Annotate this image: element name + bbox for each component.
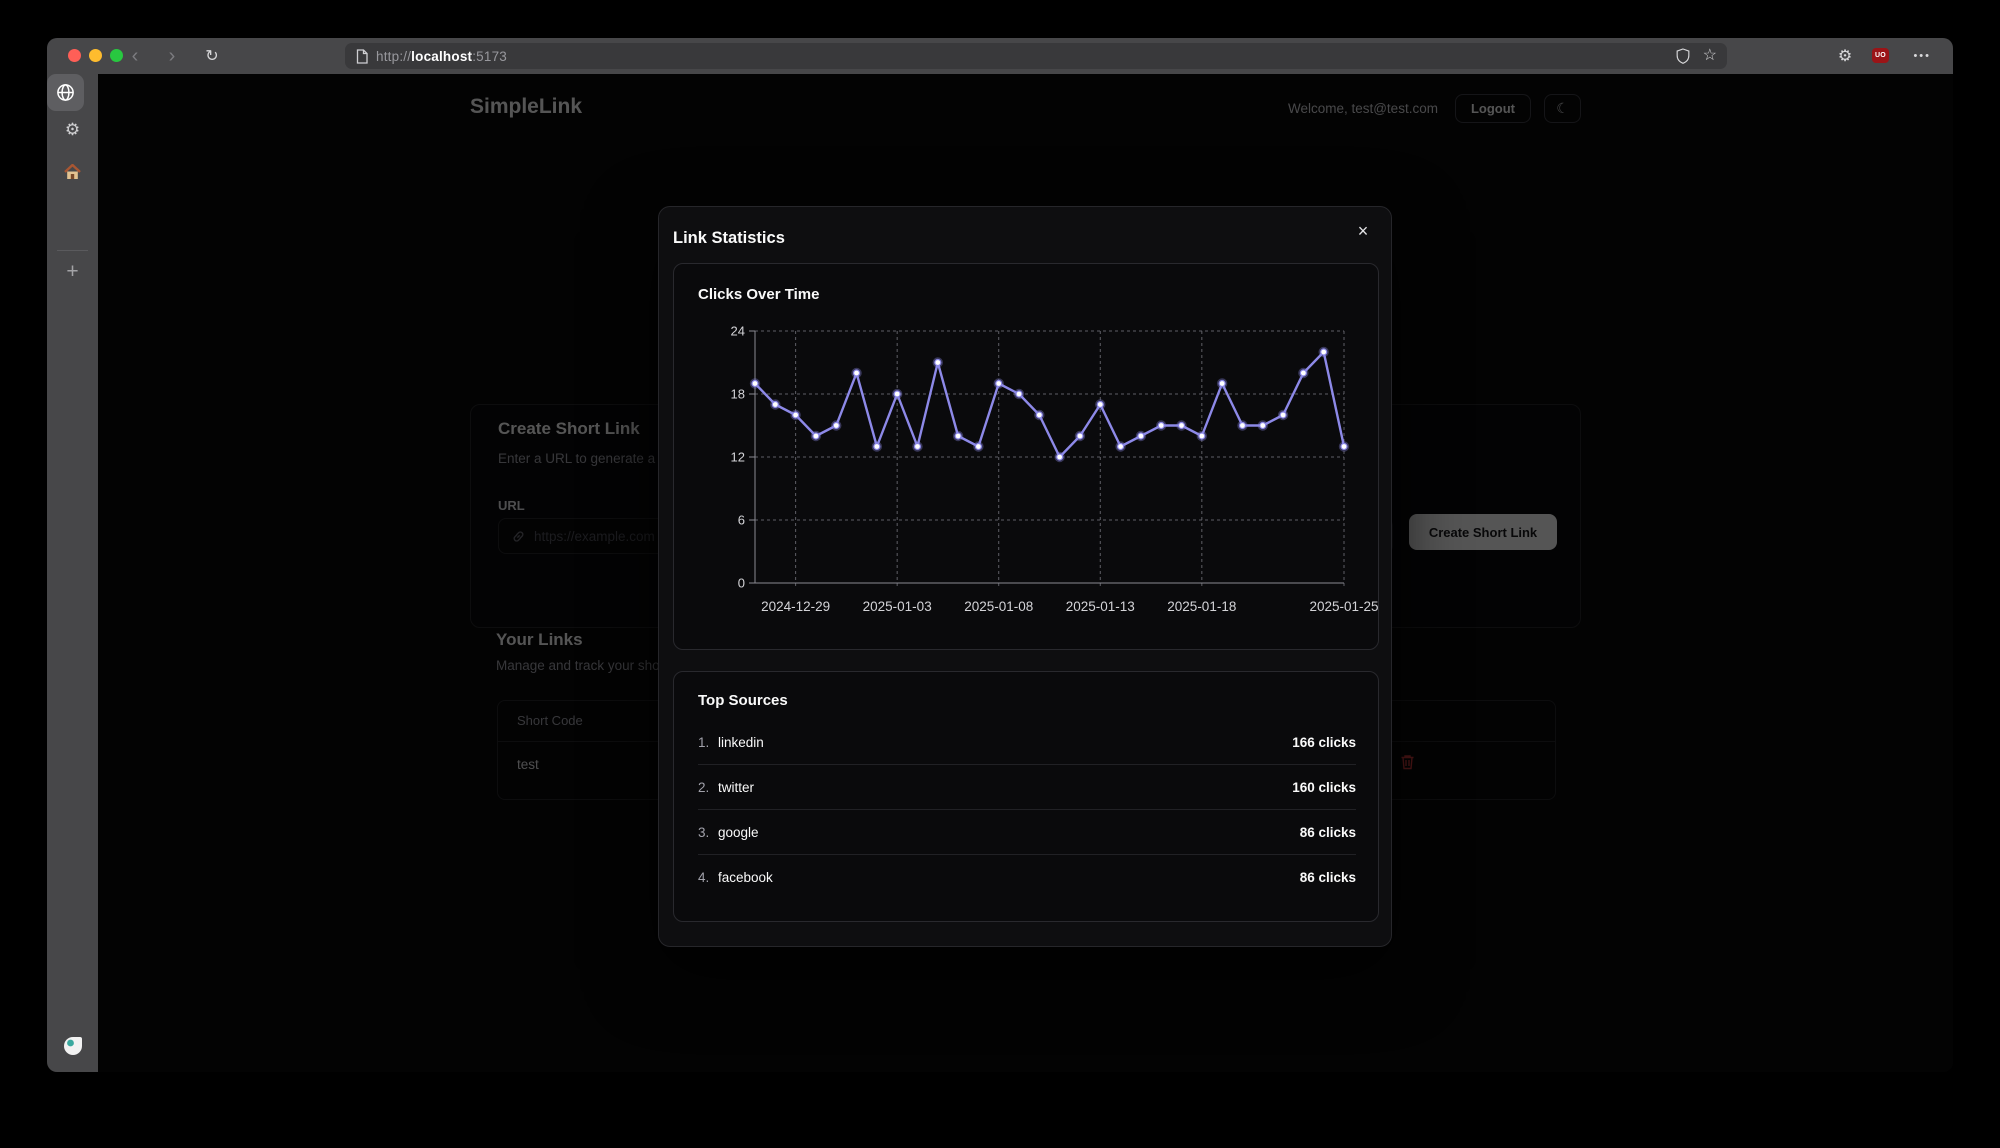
svg-text:2025-01-08: 2025-01-08	[964, 599, 1033, 614]
clicks-chart-svg: 0 6 12 18 24 2024-12-29 2025-01-03 2025-01-08 20…	[674, 264, 1380, 651]
close-window-button[interactable]	[68, 49, 81, 62]
source-name: facebook	[718, 870, 773, 885]
source-name: twitter	[718, 780, 754, 795]
tracking-shield-icon[interactable]	[1676, 48, 1690, 64]
forward-button[interactable]: ›	[159, 38, 185, 74]
top-sources-title: Top Sources	[698, 692, 788, 709]
url-text: http://localhost:5173	[376, 49, 507, 64]
workspace-logo-icon[interactable]	[47, 1036, 98, 1056]
bookmark-star-icon[interactable]: ☆	[1703, 48, 1717, 64]
source-clicks: 86 clicks	[1300, 870, 1356, 885]
source-rank: 3.	[698, 825, 718, 840]
svg-text:18: 18	[731, 387, 745, 402]
source-row: 1. linkedin 166 clicks	[698, 720, 1356, 765]
overflow-menu-icon[interactable]: •••	[1913, 38, 1931, 74]
source-name: google	[718, 825, 759, 840]
source-name: linkedin	[718, 735, 764, 750]
link-statistics-modal: Link Statistics × Clicks Over Time 06121…	[658, 206, 1392, 947]
sidebar-home-icon[interactable]	[47, 164, 98, 180]
source-clicks: 166 clicks	[1292, 735, 1356, 750]
sidebar-settings-gear-icon[interactable]: ⚙	[47, 120, 98, 140]
source-rank: 1.	[698, 735, 718, 750]
source-row: 3. google 86 clicks	[698, 810, 1356, 855]
source-clicks: 160 clicks	[1292, 780, 1356, 795]
svg-text:6: 6	[738, 513, 745, 528]
modal-close-button[interactable]: ×	[1351, 219, 1375, 243]
reload-button[interactable]: ↻	[199, 38, 225, 74]
sidebar-tab-active-globe[interactable]	[47, 74, 84, 111]
svg-text:12: 12	[731, 450, 745, 465]
sidebar-divider	[57, 250, 88, 251]
source-rank: 4.	[698, 870, 718, 885]
new-tab-button[interactable]: +	[47, 260, 98, 284]
page-icon	[356, 49, 368, 64]
minimize-window-button[interactable]	[89, 49, 102, 62]
top-sources-card: Top Sources 1. linkedin 166 clicks 2. tw…	[673, 671, 1379, 922]
svg-text:24: 24	[731, 324, 745, 339]
top-sources-list: 1. linkedin 166 clicks 2. twitter 160 cl…	[698, 720, 1356, 900]
extensions-icon[interactable]: ⚙	[1833, 38, 1857, 74]
svg-text:2025-01-18: 2025-01-18	[1167, 599, 1236, 614]
source-row: 2. twitter 160 clicks	[698, 765, 1356, 810]
source-row: 4. facebook 86 clicks	[698, 855, 1356, 900]
source-clicks: 86 clicks	[1300, 825, 1356, 840]
svg-text:2025-01-13: 2025-01-13	[1066, 599, 1135, 614]
globe-icon	[56, 83, 75, 102]
close-icon: ×	[1358, 221, 1369, 241]
page-content: SimpleLink Welcome, test@test.com Logout…	[98, 74, 1953, 1072]
source-rank: 2.	[698, 780, 718, 795]
address-bar[interactable]: http://localhost:5173 ☆	[345, 43, 1727, 69]
svg-text:0: 0	[738, 576, 745, 591]
browser-sidebar: ⚙ +	[47, 74, 98, 1072]
ublock-extension-icon[interactable]: UO	[1872, 48, 1889, 63]
window-controls	[68, 49, 123, 62]
clicks-over-time-card: Clicks Over Time 061218242024-12-292025-…	[673, 263, 1379, 650]
svg-text:2025-01-25: 2025-01-25	[1309, 599, 1378, 614]
browser-window: ‹ › ↻ http://localhost:5173 ☆ ⚙ UO ••• ⚙	[47, 38, 1953, 1072]
browser-toolbar: ‹ › ↻ http://localhost:5173 ☆ ⚙ UO •••	[47, 38, 1953, 74]
back-button[interactable]: ‹	[122, 38, 148, 74]
svg-text:2025-01-03: 2025-01-03	[863, 599, 932, 614]
modal-title: Link Statistics	[673, 229, 785, 248]
svg-text:2024-12-29: 2024-12-29	[761, 599, 830, 614]
